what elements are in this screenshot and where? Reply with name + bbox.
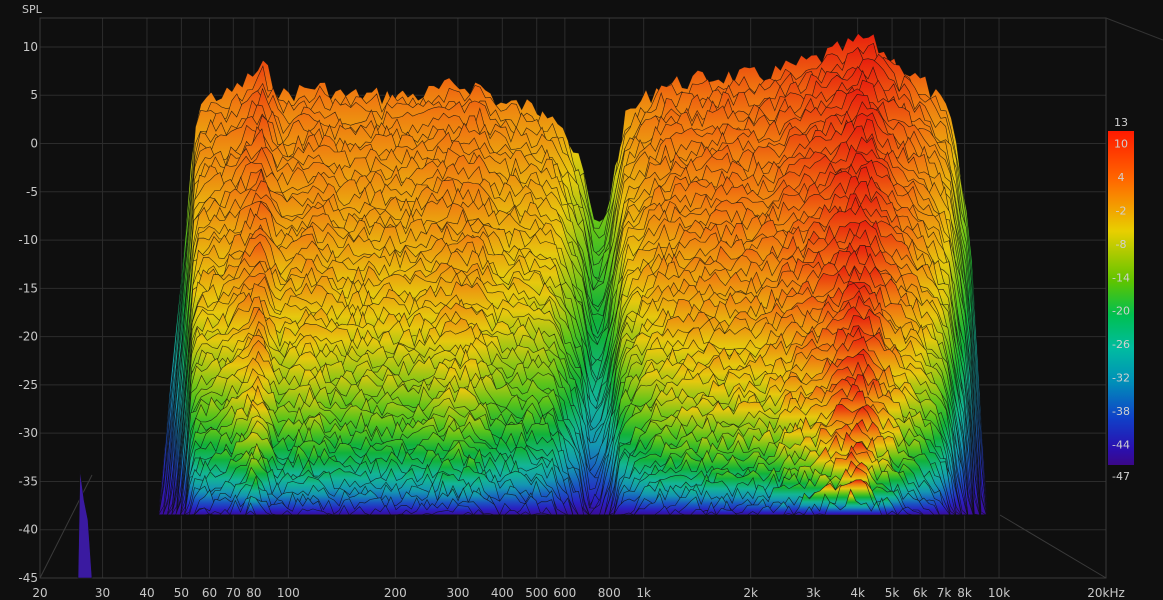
- color-scale-bar: 13 10 4 -2 -8 -14 -20 -26 -32 -38 -44 -47: [1108, 116, 1134, 483]
- x-tick-label: 800: [598, 586, 621, 600]
- low-frequency-artifact: [77, 469, 93, 579]
- colorbar-label: -44: [1112, 438, 1130, 451]
- colorbar-label: -26: [1112, 338, 1130, 351]
- y-tick-label: 10: [23, 40, 38, 54]
- colorbar-label: -32: [1112, 372, 1130, 385]
- x-tick-label: 20kHz: [1087, 586, 1125, 600]
- x-tick-label: 2k: [743, 586, 758, 600]
- colorbar-label: -2: [1116, 205, 1127, 218]
- y-tick-label: -30: [18, 426, 38, 440]
- floor-edge-right: [999, 514, 1107, 579]
- x-tick-label: 20: [32, 586, 47, 600]
- colorbar-label: -38: [1112, 405, 1130, 418]
- colorbar-label: -47: [1112, 470, 1130, 483]
- waterfall-surface: [77, 33, 988, 579]
- y-tick-label: -10: [18, 233, 38, 247]
- x-tick-label: 70: [226, 586, 241, 600]
- x-tick-label: 1k: [636, 586, 651, 600]
- y-tick-label: -5: [26, 185, 38, 199]
- colorbar-label: 10: [1114, 138, 1128, 151]
- y-tick-label: -35: [18, 474, 38, 488]
- x-tick-label: 50: [174, 586, 189, 600]
- y-tick-label: 0: [30, 137, 38, 151]
- x-tick-label: 40: [139, 586, 154, 600]
- y-tick-label: 5: [30, 88, 38, 102]
- y-tick-label: -15: [18, 281, 38, 295]
- colorbar-label: -20: [1112, 305, 1130, 318]
- colorbar-label: 13: [1114, 116, 1128, 129]
- y-tick-label: -45: [18, 571, 38, 585]
- x-tick-label: 600: [553, 586, 576, 600]
- top-edge-right: [1105, 17, 1163, 41]
- x-tick-label: 3k: [806, 586, 821, 600]
- x-tick-label: 7k: [937, 586, 952, 600]
- x-tick-label: 30: [95, 586, 110, 600]
- y-tick-label: -40: [18, 523, 38, 537]
- y-tick-label: -20: [18, 330, 38, 344]
- x-tick-label: 4k: [850, 586, 865, 600]
- waterfall-chart: 1050-5-10-15-20-25-30-35-40-4520 30 40 50 60…: [18, 3, 1163, 600]
- x-tick-label: 200: [384, 586, 407, 600]
- colorbar-label: 4: [1118, 171, 1125, 184]
- x-tick-label: 500: [525, 586, 548, 600]
- x-tick-label: 400: [491, 586, 514, 600]
- x-tick-label: 100: [277, 586, 300, 600]
- y-axis-title: SPL: [22, 3, 43, 16]
- x-tick-label: 10k: [988, 586, 1010, 600]
- x-tick-label: 5k: [885, 586, 900, 600]
- x-tick-label: 300: [446, 586, 469, 600]
- x-tick-label: 8k: [957, 586, 972, 600]
- x-tick-label: 80: [246, 586, 261, 600]
- colorbar-label: -14: [1112, 271, 1130, 284]
- x-tick-label: 6k: [913, 586, 928, 600]
- x-tick-label: 60: [202, 586, 217, 600]
- y-tick-label: -25: [18, 378, 38, 392]
- colorbar-label: -8: [1116, 238, 1127, 251]
